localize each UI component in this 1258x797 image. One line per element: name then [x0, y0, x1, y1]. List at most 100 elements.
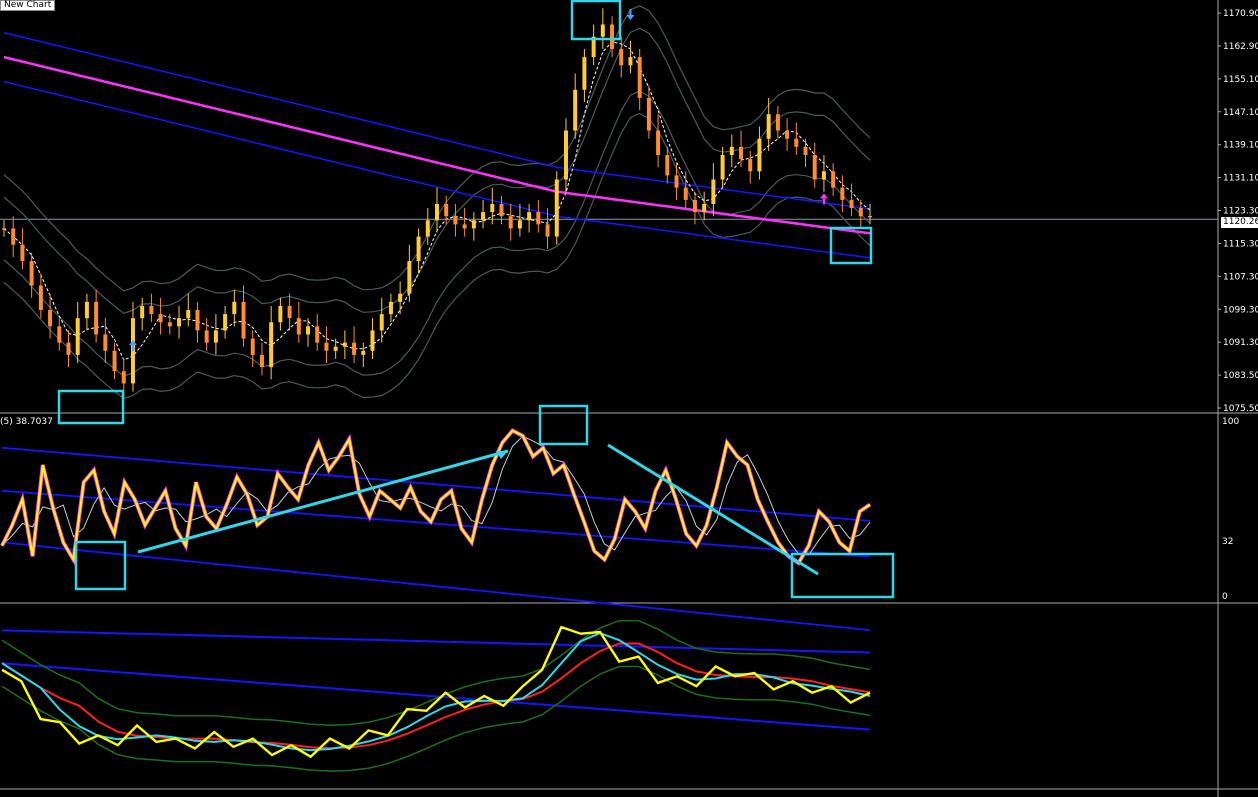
- candle-body: [333, 346, 338, 351]
- rsi-tick-label: 32: [1222, 537, 1233, 547]
- candle: [481, 199, 486, 229]
- chart-canvas: 1170.90 1162.90 1155.10 1147.10 1139.10 1131.…: [0, 0, 1258, 797]
- candle: [803, 138, 808, 168]
- candle: [435, 187, 439, 233]
- candle-body: [112, 350, 117, 372]
- highlight-box: [538, 404, 589, 446]
- candle-body: [545, 224, 550, 237]
- candle: [858, 199, 863, 229]
- candle-body: [729, 146, 734, 156]
- candle-body: [665, 155, 670, 176]
- candle-body: [600, 24, 605, 37]
- candle-body: [195, 310, 200, 331]
- candle: [149, 293, 154, 323]
- candle-body: [646, 97, 651, 131]
- candle: [775, 106, 780, 139]
- candle-body: [177, 318, 182, 327]
- candle-body: [57, 326, 62, 343]
- price-tick-label: 1123.30: [1223, 207, 1258, 217]
- candle-body: [490, 203, 495, 213]
- band-line: [3, 27, 871, 314]
- candle: [186, 293, 191, 327]
- rsi-trendline: [607, 443, 819, 576]
- candle-body: [849, 199, 854, 209]
- candle-body: [2, 228, 6, 230]
- candle-body: [361, 350, 366, 355]
- annotation-boxes: [57, 0, 895, 599]
- candle: [471, 212, 476, 241]
- price-tick-label: 1083.50: [1223, 371, 1258, 381]
- candle-body: [573, 89, 578, 131]
- candle-body: [407, 261, 412, 294]
- rsi-label: (5) 38.7037: [0, 417, 53, 427]
- candle-body: [462, 224, 467, 229]
- candle: [158, 297, 163, 335]
- candle-body: [94, 301, 99, 335]
- candle: [269, 305, 274, 380]
- candle-body: [186, 310, 191, 319]
- candle: [296, 301, 301, 343]
- candle: [508, 203, 513, 241]
- rsi-panel: [0, 428, 872, 631]
- candle-body: [840, 187, 845, 200]
- candle-body: [324, 342, 329, 351]
- candle-body: [425, 220, 430, 237]
- lower-indicator-panel: [1, 619, 871, 772]
- candle-body: [803, 146, 808, 156]
- candle: [821, 155, 826, 192]
- candle: [57, 318, 62, 351]
- candle-body: [674, 175, 679, 188]
- candle-body: [517, 220, 522, 229]
- up-arrow-icon: [128, 340, 137, 352]
- candle: [259, 342, 264, 376]
- highlight-box: [57, 389, 125, 425]
- window-title[interactable]: New Chart: [0, 0, 56, 11]
- candle: [241, 285, 246, 347]
- candle: [812, 142, 817, 188]
- candle-body: [471, 220, 476, 229]
- current-price-tag: 1120.26: [1221, 217, 1258, 228]
- candle-body: [287, 305, 292, 319]
- candle-body: [315, 326, 320, 343]
- candle-body: [656, 130, 661, 156]
- candle-body: [499, 203, 504, 217]
- candle: [94, 289, 99, 343]
- candle: [748, 150, 753, 184]
- price-tick-label: 1162.90: [1223, 42, 1258, 52]
- candle-body: [232, 301, 237, 315]
- candle: [416, 228, 421, 274]
- candle-body: [259, 354, 264, 368]
- candle-body: [683, 187, 688, 200]
- candle: [536, 199, 541, 233]
- candle-body: [379, 314, 384, 331]
- candle: [398, 281, 403, 315]
- candle: [646, 85, 651, 139]
- price-panel: [0, 5, 1218, 400]
- candle: [637, 48, 642, 111]
- rsi-line: [1, 429, 871, 565]
- price-tick-label: 1091.30: [1223, 338, 1258, 348]
- candle: [278, 297, 283, 331]
- candle-body: [121, 371, 126, 384]
- candle: [554, 171, 559, 245]
- price-tick-label: 1139.10: [1223, 141, 1258, 151]
- candle-body: [29, 261, 34, 286]
- price-tick-label: 1131.10: [1223, 174, 1258, 184]
- price-tick-label: 1155.10: [1223, 75, 1258, 85]
- candle-body: [637, 57, 642, 98]
- candle-body: [103, 334, 108, 351]
- candle-body: [582, 57, 587, 90]
- candle-body: [858, 208, 863, 217]
- candle-body: [831, 171, 836, 188]
- price-tick-label: 1170.90: [1223, 9, 1258, 19]
- candle-body: [757, 138, 762, 172]
- rsi-tick-label: 0: [1222, 592, 1228, 602]
- long-band-upper: [3, 31, 871, 210]
- candle-body: [416, 236, 421, 262]
- candle-body: [692, 199, 697, 213]
- candle: [563, 118, 568, 192]
- candle: [711, 163, 716, 217]
- candle-body: [20, 244, 25, 262]
- highlight-box: [790, 552, 895, 599]
- candle-body: [66, 342, 71, 355]
